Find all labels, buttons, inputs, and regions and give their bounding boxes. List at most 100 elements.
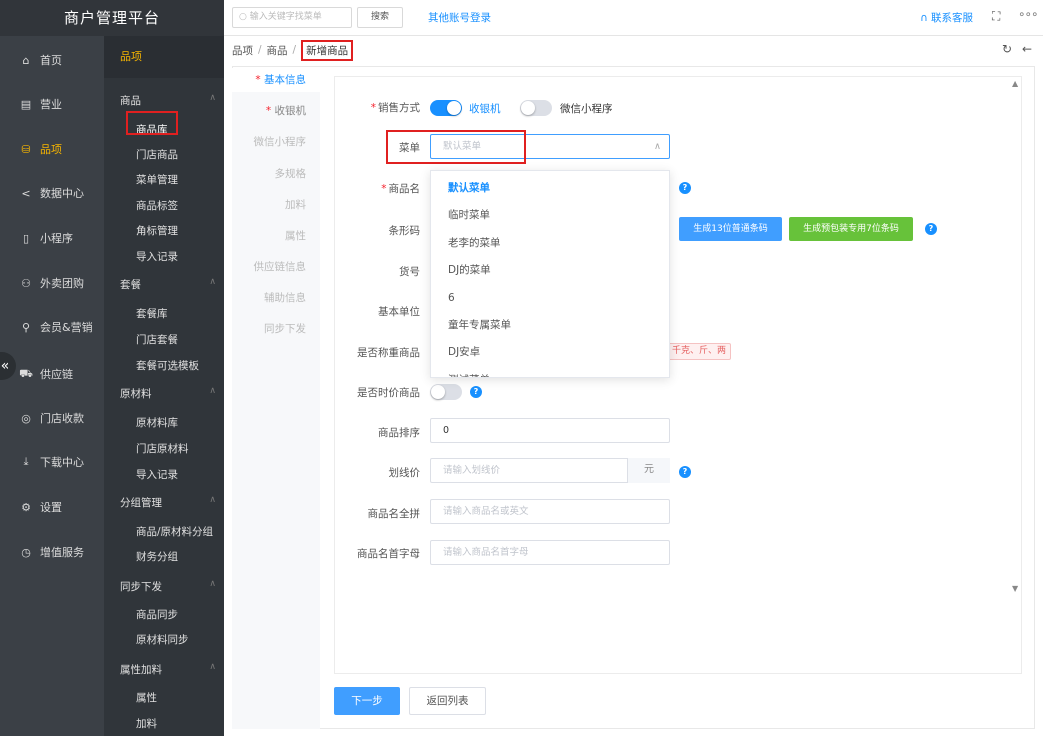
nav-subitem[interactable]: 原材料库 [136,415,178,430]
help-icon[interactable]: ? [925,223,937,235]
contact-label: 联系客服 [931,12,974,24]
initials-input[interactable]: 请输入商品名首字母 [430,540,670,565]
barcode-label: 条形码 [388,225,421,237]
nav-group-label: 属性加料 [120,664,162,676]
step-tab[interactable]: 属性 [232,224,320,248]
seasonal-price-toggle[interactable] [430,384,462,400]
initials-label: 商品名首字母 [357,548,420,560]
nav-subitem[interactable]: 商品同步 [136,607,178,622]
menu-option[interactable]: 默认菜单 [431,175,669,202]
scroll-up-arrow-icon[interactable]: ▲ [1012,79,1018,88]
nav-subitem[interactable]: 角标管理 [136,223,178,238]
clock-icon: ◷ [21,545,31,559]
menu-option[interactable]: DJ的菜单 [431,257,669,284]
other-account-login-link[interactable]: 其他账号登录 [428,10,491,25]
headset-icon: ∩ [920,12,932,24]
nav-group[interactable]: 分组管理 ∧ [120,495,216,510]
step-tab-label: 多规格 [274,168,307,180]
menu-option[interactable]: 6 [431,285,669,312]
menu-search-input[interactable]: ○ 输入关键字找菜单 [232,7,352,28]
menu-option[interactable]: DJ安卓 [431,339,669,366]
nav-subitem[interactable]: 导入记录 [136,467,178,482]
more-icon[interactable]: ∘∘∘ [1018,7,1039,21]
nav-item[interactable]: ⤓ 下载中心 [0,440,104,484]
chevron-up-icon: ∧ [209,277,216,287]
nav-subitem[interactable]: 商品标签 [136,198,178,213]
help-icon[interactable]: ? [679,182,691,194]
step-tab[interactable]: 供应链信息 [232,255,320,279]
sort-input[interactable]: 0 [430,418,670,443]
step-tab[interactable]: 同步下发 [232,317,320,341]
next-step-button[interactable]: 下一步 [334,687,400,715]
nav-subitem[interactable]: 门店套餐 [136,332,178,347]
nav-subitem[interactable]: 菜单管理 [136,172,178,187]
sku-label: 货号 [399,266,420,278]
generate-7-barcode-button[interactable]: 生成预包装专用7位条码 [789,217,913,241]
nav-group[interactable]: 属性加料 ∧ [120,662,216,677]
step-tab[interactable]: 微信小程序 [232,130,320,154]
menu-option[interactable]: 老李的菜单 [431,230,669,257]
nav-group[interactable]: 商品 ∧ [120,93,216,108]
search-button[interactable]: 搜索 [357,7,403,28]
nav-group-label: 原材料 [120,388,152,400]
step-tab[interactable]: 加料 [232,193,320,217]
nav-subitem[interactable]: 商品/原材料分组 [136,524,213,539]
contact-support-link[interactable]: ∩ 联系客服 [920,10,973,25]
nav-item[interactable]: ▤ 营业 [0,82,104,126]
share-icon: < [21,186,31,200]
nav-item[interactable]: ⛟ 供应链 [0,352,104,396]
nav-item[interactable]: ⚲ 会员&营销 [0,305,104,349]
nav-item[interactable]: ⚇ 外卖团购 [0,261,104,305]
menu-option[interactable]: 测试菜单 [431,367,669,377]
breadcrumb-item[interactable]: 品项 [232,43,253,58]
nav-subitem[interactable]: 套餐可选模板 [136,358,199,373]
generate-13-barcode-button[interactable]: 生成13位普通条码 [679,217,782,241]
step-tab-label: 辅助信息 [264,292,306,304]
nav-subitem[interactable]: 原材料同步 [136,632,189,647]
step-tab[interactable]: * 收银机 [232,99,320,123]
step-tab[interactable]: * 基本信息 [232,68,320,92]
breadcrumb-item[interactable]: 商品 [267,43,288,58]
nav-subitem[interactable]: 套餐库 [136,306,168,321]
step-tab[interactable]: 多规格 [232,162,320,186]
return-list-button[interactable]: 返回列表 [409,687,486,715]
nav-subitem[interactable]: 门店原材料 [136,441,189,456]
nav-group[interactable]: 套餐 ∧ [120,277,216,292]
sale-option-wechat: 微信小程序 [560,103,613,115]
required-mark: * [255,74,264,86]
menu-option[interactable]: 临时菜单 [431,202,669,229]
help-icon[interactable]: ? [679,466,691,478]
nav-subitem[interactable]: 属性 [136,690,157,705]
nav-item-label: 增值服务 [40,546,84,559]
scroll-down-arrow-icon[interactable]: ▼ [1012,584,1018,593]
nav-item[interactable]: < 数据中心 [0,171,104,215]
fullscreen-icon[interactable]: ⛶ [992,9,1000,24]
nav-subitem[interactable]: 加料 [136,716,157,731]
step-tab[interactable]: 辅助信息 [232,286,320,310]
sale-cashier-toggle[interactable] [430,100,462,116]
refresh-icon[interactable]: ↻ [1002,42,1012,56]
full-pinyin-input[interactable]: 请输入商品名或英文 [430,499,670,524]
app-title: 商户管理平台 [0,0,224,36]
nav-item[interactable]: ⌂ 首页 [0,38,104,82]
nav-item[interactable]: ◷ 增值服务 [0,530,104,574]
nav-subitem[interactable]: 导入记录 [136,249,178,264]
step-tab-label: 同步下发 [264,323,306,335]
sale-option-cashier: 收银机 [469,103,501,115]
weigh-units-tag: 千克、斤、两 [667,343,732,360]
menu-option[interactable]: 童年专属菜单 [431,312,669,339]
search-icon: ○ [239,12,250,22]
help-icon[interactable]: ? [470,386,482,398]
nav-subitem[interactable]: 门店商品 [136,147,178,162]
sale-wechat-toggle[interactable] [520,100,552,116]
nav-item[interactable]: ▯ 小程序 [0,216,104,260]
sale-method-label: * 销售方式 [370,102,420,114]
nav-item[interactable]: ⛁ 品项 [0,127,104,171]
nav-item[interactable]: ⚙ 设置 [0,485,104,529]
back-arrow-icon[interactable]: ← [1022,42,1032,56]
nav-item[interactable]: ◎ 门店收款 [0,396,104,440]
nav-subitem[interactable]: 财务分组 [136,549,178,564]
nav-group[interactable]: 原材料 ∧ [120,386,216,401]
nav-group[interactable]: 同步下发 ∧ [120,579,216,594]
home-icon: ⌂ [22,53,30,67]
